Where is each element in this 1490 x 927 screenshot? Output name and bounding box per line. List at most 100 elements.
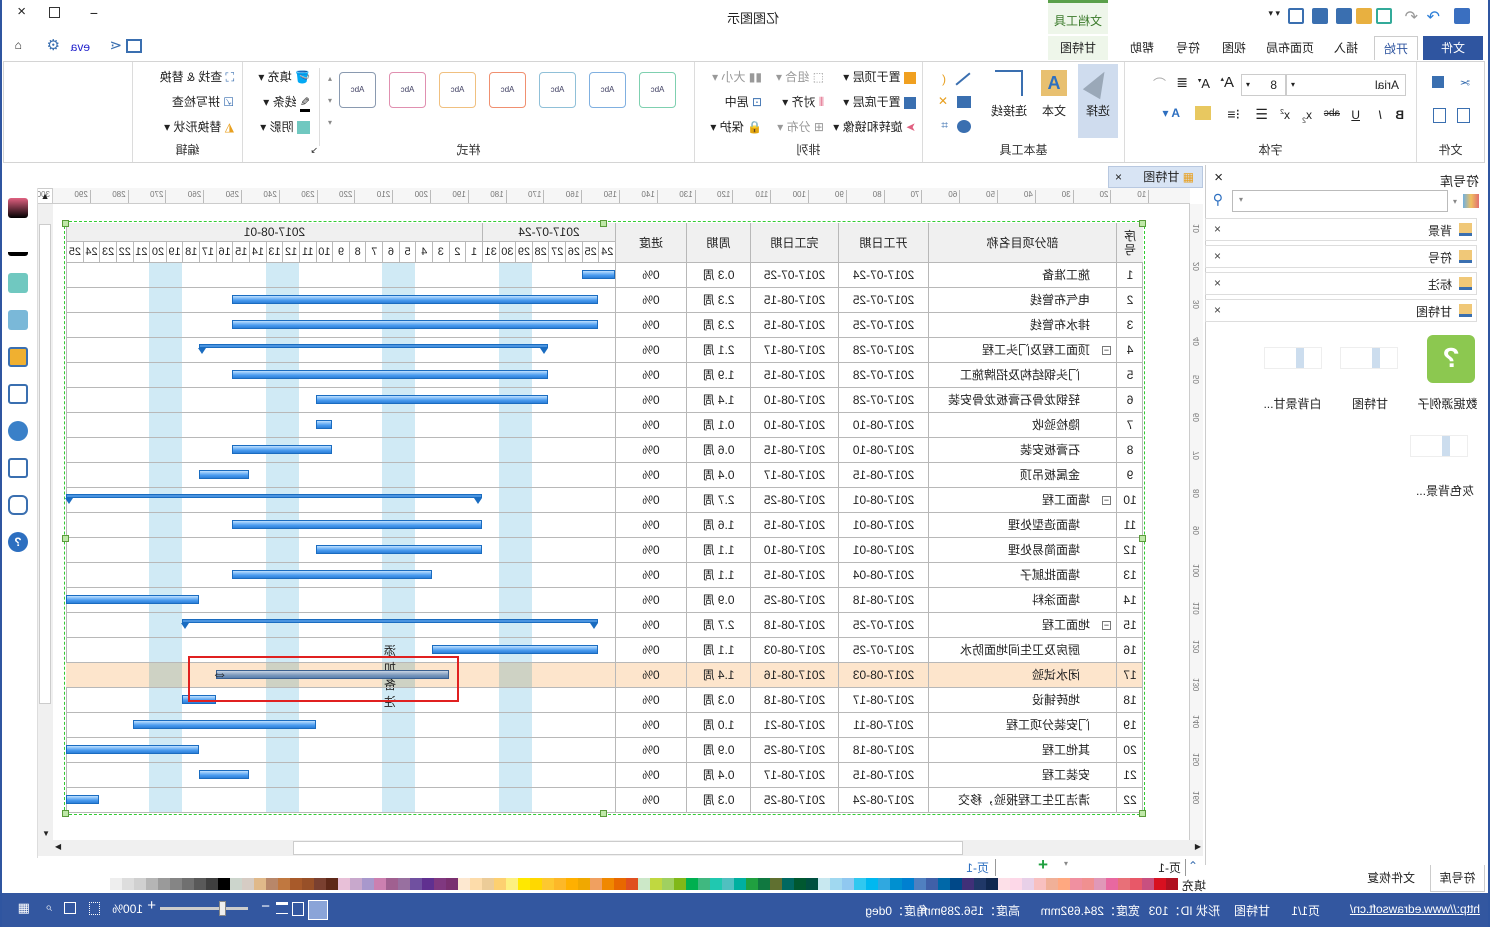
color-swatch[interactable] (914, 878, 926, 890)
library-close-button[interactable]: × (1214, 169, 1223, 186)
vertical-scroll-thumb[interactable] (39, 224, 51, 704)
rectangle-tool-icon[interactable] (957, 96, 971, 108)
export-icon[interactable] (1288, 8, 1304, 24)
shrink-font-icon[interactable]: A▾ (1198, 76, 1210, 91)
color-swatch[interactable] (962, 878, 974, 890)
task-bar[interactable] (315, 545, 482, 554)
scroll-left-arrow[interactable]: ◀ (1195, 842, 1201, 851)
task-bar[interactable] (66, 745, 200, 754)
customize-quick-access-icon[interactable]: ▾ ▾ (1268, 8, 1280, 19)
align-button[interactable]: ⫴ 对齐 ▾ (782, 93, 824, 110)
underline-button[interactable]: U (1351, 108, 1360, 122)
align-text-icon[interactable]: ≣ (1176, 74, 1188, 91)
gantt-thumbnail[interactable] (1264, 347, 1322, 369)
zoom-slider[interactable] (160, 901, 248, 916)
color-swatch[interactable] (518, 878, 530, 890)
help-icon[interactable]: ? (8, 532, 28, 552)
send-to-back-button[interactable]: 置于底层 ▾ (843, 93, 916, 110)
selection-handle[interactable] (62, 810, 69, 817)
web-view-button[interactable] (292, 902, 304, 916)
color-swatch[interactable] (494, 878, 506, 890)
add-page-button[interactable]: + (1038, 855, 1048, 875)
color-swatch[interactable] (530, 878, 542, 890)
column-header-end[interactable]: 完工日期 (750, 223, 838, 263)
column-header-id[interactable]: 序号 (1116, 223, 1143, 263)
color-swatch[interactable] (590, 878, 602, 890)
gallery-scroll[interactable]: ▴ ▾ ▾ (318, 68, 332, 146)
select-tool-button[interactable]: 选择 (1078, 64, 1118, 138)
color-swatch[interactable] (410, 878, 422, 890)
highlight-color-icon[interactable] (1195, 106, 1211, 120)
library-category[interactable]: 符号 × (1205, 245, 1477, 268)
color-swatch[interactable] (578, 878, 590, 890)
zoom-in-button[interactable]: + (147, 897, 156, 914)
color-swatch[interactable] (146, 878, 158, 890)
library-menu-dropdown[interactable]: ▾ (1453, 197, 1457, 206)
color-swatch[interactable] (878, 878, 890, 890)
collapse-toggle-icon[interactable]: − (1102, 495, 1111, 505)
color-swatch[interactable] (386, 878, 398, 890)
line-spacing-icon[interactable]: ☰ (1255, 106, 1268, 123)
color-swatch[interactable] (194, 878, 206, 890)
fit-page-icon[interactable] (89, 902, 100, 915)
arc-tool-icon[interactable]: ( (942, 72, 946, 86)
undo-icon[interactable]: ↶ (1405, 7, 1418, 27)
color-swatch[interactable] (986, 878, 998, 890)
color-swatch[interactable] (710, 878, 722, 890)
color-swatch[interactable] (926, 878, 938, 890)
task-bar[interactable] (232, 570, 432, 579)
color-swatch[interactable] (650, 878, 662, 890)
new-file-icon[interactable] (1376, 8, 1392, 24)
task-bar[interactable] (232, 295, 599, 304)
summary-bar[interactable] (182, 619, 599, 623)
rotate-mirror-button[interactable]: ➤ 旋转和镜像 ▾ (833, 118, 916, 135)
tab-insert[interactable]: 插入 (1324, 36, 1368, 60)
gantt-thumbnail[interactable] (1340, 347, 1398, 369)
help-bubble-icon[interactable]: ? (1427, 335, 1475, 383)
column-header-start[interactable]: 开工日期 (838, 223, 928, 263)
task-bar[interactable] (66, 595, 200, 604)
line-tool-icon[interactable] (8, 236, 28, 256)
task-bar[interactable] (315, 420, 333, 429)
document-close-icon[interactable]: × (1115, 167, 1122, 187)
color-swatch[interactable] (950, 878, 962, 890)
selection-handle[interactable] (1139, 810, 1146, 817)
tab-page-layout[interactable]: 页面布局 (1260, 36, 1320, 60)
color-swatch[interactable] (554, 878, 566, 890)
print-icon[interactable] (1312, 8, 1328, 24)
library-item-label[interactable]: 灰色背景... (1405, 482, 1485, 499)
color-swatch[interactable] (314, 878, 326, 890)
library-item-label[interactable]: 数据源例子 (1410, 395, 1485, 412)
color-swatch[interactable] (422, 878, 434, 890)
ellipse-tool-icon[interactable] (957, 120, 971, 133)
horizontal-scroll-thumb[interactable] (293, 841, 963, 855)
color-swatch[interactable] (242, 878, 254, 890)
size-button[interactable]: ▮▮ 大小 ▾ (712, 68, 762, 85)
task-bar[interactable] (232, 520, 482, 529)
color-swatch[interactable] (722, 878, 734, 890)
task-bar[interactable] (581, 270, 615, 279)
color-swatch[interactable] (134, 878, 146, 890)
color-swatch[interactable] (854, 878, 866, 890)
column-header-duration[interactable]: 周期 (686, 223, 750, 263)
line-button[interactable]: ✎ 线条 ▾ (263, 93, 310, 112)
text-tool-button[interactable]: A 文本 (1034, 70, 1074, 119)
color-swatch[interactable] (602, 878, 614, 890)
maximize-button[interactable] (49, 7, 60, 18)
open-folder-icon[interactable] (1356, 8, 1372, 24)
cut-icon[interactable]: ✂ (1460, 76, 1470, 90)
tab-help[interactable]: 帮助 (1120, 36, 1164, 60)
color-swatch[interactable] (1010, 878, 1022, 890)
tab-view[interactable]: 视图 (1212, 36, 1256, 60)
image-tool-icon[interactable] (8, 310, 28, 330)
zoom-level[interactable]: 100% (112, 902, 143, 916)
style-preset-7[interactable]: Abc (339, 72, 376, 108)
color-swatch[interactable] (1154, 878, 1166, 890)
color-swatch[interactable] (1142, 878, 1154, 890)
style-preset-4[interactable]: Abc (489, 72, 526, 108)
page-view-button[interactable] (308, 900, 328, 920)
page-menu-dropdown[interactable]: ▾ (1064, 859, 1068, 868)
color-swatch[interactable] (362, 878, 374, 890)
color-swatch[interactable] (770, 878, 782, 890)
style-preset-1[interactable]: Abc (639, 72, 676, 108)
